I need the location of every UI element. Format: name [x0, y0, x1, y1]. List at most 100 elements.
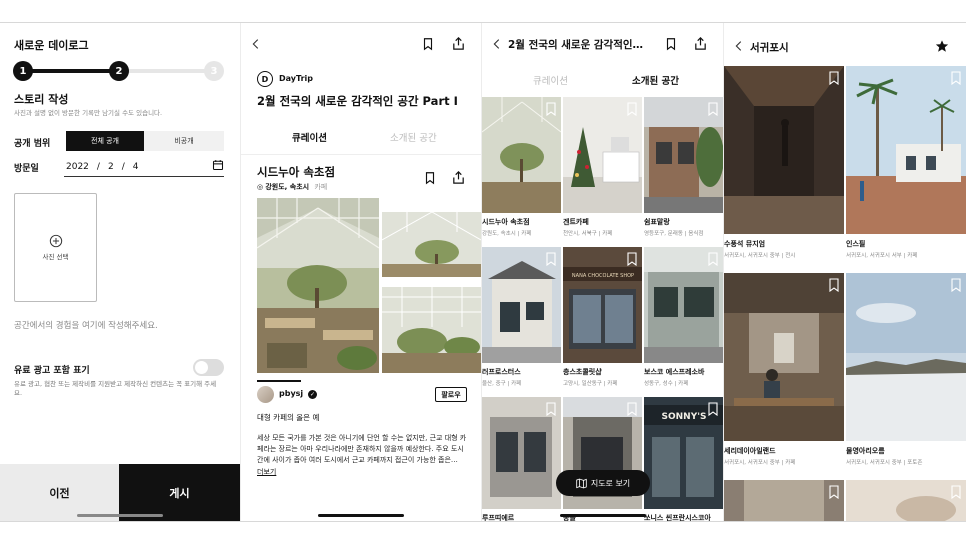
place-photo-main[interactable] — [257, 198, 379, 373]
space-card[interactable]: 겐트카페 천안시, 서북구 | 카페 — [563, 97, 642, 237]
bookmark-icon[interactable] — [545, 401, 557, 417]
space-photo — [482, 247, 561, 363]
place-share-icon[interactable] — [451, 170, 466, 185]
space-card[interactable]: 시드누아 속초점 강원도, 속초시 | 카페 — [482, 97, 561, 237]
space-name: 수풍석 뮤지엄 — [724, 240, 766, 248]
bookmark-icon[interactable] — [828, 277, 840, 293]
author-name-text: pbysj — [279, 389, 304, 398]
private-option[interactable]: 비공개 — [144, 131, 224, 151]
place-photo-2[interactable] — [382, 212, 481, 277]
bookmark-icon[interactable] — [626, 251, 638, 267]
place-location: ◎ 강원도, 속초시 카페 — [257, 182, 327, 192]
space-card[interactable]: NANA CHOCOLATE SHOP 층스초콜릿샵 고양시, 일산동구 | 카… — [563, 247, 642, 387]
calendar-icon[interactable] — [212, 159, 224, 171]
avatar[interactable] — [257, 386, 274, 403]
bookmark-icon[interactable] — [950, 277, 962, 293]
space-photo — [644, 97, 723, 213]
visibility-label: 공개 범위 — [14, 139, 51, 149]
featured-spaces-screen: 2월 전국의 새로운 감각적인… 큐레이션 소개된 공간 시드누아 속초점 강원… — [482, 23, 723, 521]
space-card[interactable]: 수풍석 뮤지엄 서귀포시, 서귀포시 중부 | 전시 — [724, 66, 844, 259]
star-icon[interactable] — [935, 39, 949, 53]
home-indicator — [318, 514, 404, 517]
back-icon[interactable] — [490, 37, 504, 51]
space-card[interactable] — [846, 480, 966, 521]
follow-button[interactable]: 팔로우 — [435, 387, 467, 402]
space-card[interactable]: 인스필 서귀포시, 서귀포시 서부 | 카페 — [846, 66, 966, 259]
space-card[interactable]: 세리데이아일랜드 서귀포시, 서귀포시 중부 | 카페 — [724, 273, 844, 466]
bookmark-icon[interactable] — [664, 37, 678, 51]
bookmark-icon[interactable] — [707, 401, 719, 417]
bookmark-icon[interactable] — [707, 101, 719, 117]
progress-todo-line — [122, 69, 214, 73]
tab-curation[interactable]: 큐레이션 — [533, 73, 568, 87]
space-photo — [724, 273, 844, 441]
space-name: 물영아리오름 — [846, 447, 885, 455]
space-photo: SONNY'S — [644, 397, 723, 509]
space-name: 루프띠에르 — [482, 514, 515, 521]
home-indicator — [560, 514, 646, 517]
share-icon[interactable] — [693, 36, 708, 51]
tab-divider — [241, 154, 481, 155]
date-year: 2022 — [66, 161, 89, 172]
back-icon[interactable] — [732, 39, 746, 53]
new-daylog-screen: 새로운 데이로그 1 2 3 스토리 작성 사진과 설명 없이 방문한 기록만 … — [0, 23, 240, 521]
section-subtitle: 사진과 설명 없이 방문한 기록만 남기실 수도 있습니다. — [14, 109, 163, 117]
visit-date-label: 방문일 — [14, 164, 39, 174]
paid-ad-label: 유료 광고 포함 표기 — [14, 366, 90, 376]
bookmark-icon[interactable] — [828, 70, 840, 86]
space-card[interactable]: 쉼표말랑 영등포구, 문래동 | 음식점 — [644, 97, 723, 237]
space-name: 러프로스터스 — [482, 368, 521, 376]
prev-button[interactable]: 이전 — [0, 464, 119, 521]
paid-ad-toggle[interactable] — [193, 359, 224, 376]
share-icon[interactable] — [451, 36, 466, 51]
shop-sign-text: NANA CHOCOLATE SHOP — [572, 273, 634, 279]
space-card[interactable] — [724, 480, 844, 521]
space-photo — [724, 480, 844, 521]
bookmark-icon[interactable] — [950, 484, 962, 500]
experience-input[interactable]: 공간에서의 경험을 여기에 작성해주세요. — [14, 319, 158, 331]
region-screen: 서귀포시 수풍석 뮤지엄 서귀포시, 서귀포시 중부 | 전시 인스필 서귀포시… — [724, 23, 966, 521]
bookmark-icon[interactable] — [950, 70, 962, 86]
progress-done-line — [22, 69, 122, 73]
post-title: 대형 카페의 올은 예 — [257, 413, 320, 422]
space-photo — [846, 66, 966, 234]
tab-curation[interactable]: 큐레이션 — [292, 130, 327, 144]
date-day: 4 — [132, 161, 139, 172]
tab-spaces[interactable]: 소개된 공간 — [390, 130, 437, 144]
location-pin-icon: ◎ — [257, 183, 264, 191]
public-option[interactable]: 전체 공개 — [66, 131, 144, 151]
space-card[interactable]: SONNY'S 쏘니스 씬프란시스코아 — [644, 397, 723, 521]
space-location: 서귀포시, 서귀포시 중부 | 전시 — [724, 253, 796, 259]
section-heading: 스토리 작성 — [14, 93, 69, 106]
place-name: 시드누아 속초점 — [257, 165, 336, 179]
space-card[interactable]: 보스코 에스프레소바 성동구, 성수 | 카페 — [644, 247, 723, 387]
visit-date-field[interactable]: 2022 / 2 / 4 — [64, 157, 224, 177]
bookmark-icon[interactable] — [545, 101, 557, 117]
home-indicator — [77, 514, 163, 517]
more-link[interactable]: 더보기 — [257, 467, 276, 477]
space-location: 서귀포시, 서귀포시 중부 | 카페 — [724, 460, 796, 466]
bookmark-icon[interactable] — [828, 484, 840, 500]
space-card[interactable]: 송돌 — [563, 397, 642, 521]
tab-spaces[interactable]: 소개된 공간 — [632, 73, 679, 87]
bookmark-icon[interactable] — [626, 401, 638, 417]
post-button[interactable]: 게시 — [119, 464, 240, 521]
author-name[interactable]: pbysj ✓ — [279, 389, 317, 399]
map-view-label: 지도로 보기 — [590, 478, 631, 488]
place-photo-3[interactable] — [382, 287, 481, 373]
map-view-button[interactable]: 지도로 보기 — [556, 470, 650, 496]
space-photo — [644, 247, 723, 363]
space-card[interactable]: 루프띠에르 — [482, 397, 561, 521]
back-icon[interactable] — [249, 37, 263, 51]
space-card[interactable]: 러프로스터스 울산, 중구 | 카페 — [482, 247, 561, 387]
bookmark-icon[interactable] — [545, 251, 557, 267]
brand-name[interactable]: DayTrip — [279, 74, 313, 83]
photo-select-button[interactable]: 사진 선택 — [14, 193, 97, 302]
bookmark-icon[interactable] — [421, 37, 435, 51]
bookmark-icon[interactable] — [626, 101, 638, 117]
space-location: 고양시, 일산동구 | 카페 — [563, 381, 618, 387]
space-photo — [563, 97, 642, 213]
bookmark-icon[interactable] — [707, 251, 719, 267]
place-bookmark-icon[interactable] — [423, 171, 437, 185]
space-card[interactable]: 물영아리오름 서귀포시, 서귀포시 중부 | 포토존 — [846, 273, 966, 466]
